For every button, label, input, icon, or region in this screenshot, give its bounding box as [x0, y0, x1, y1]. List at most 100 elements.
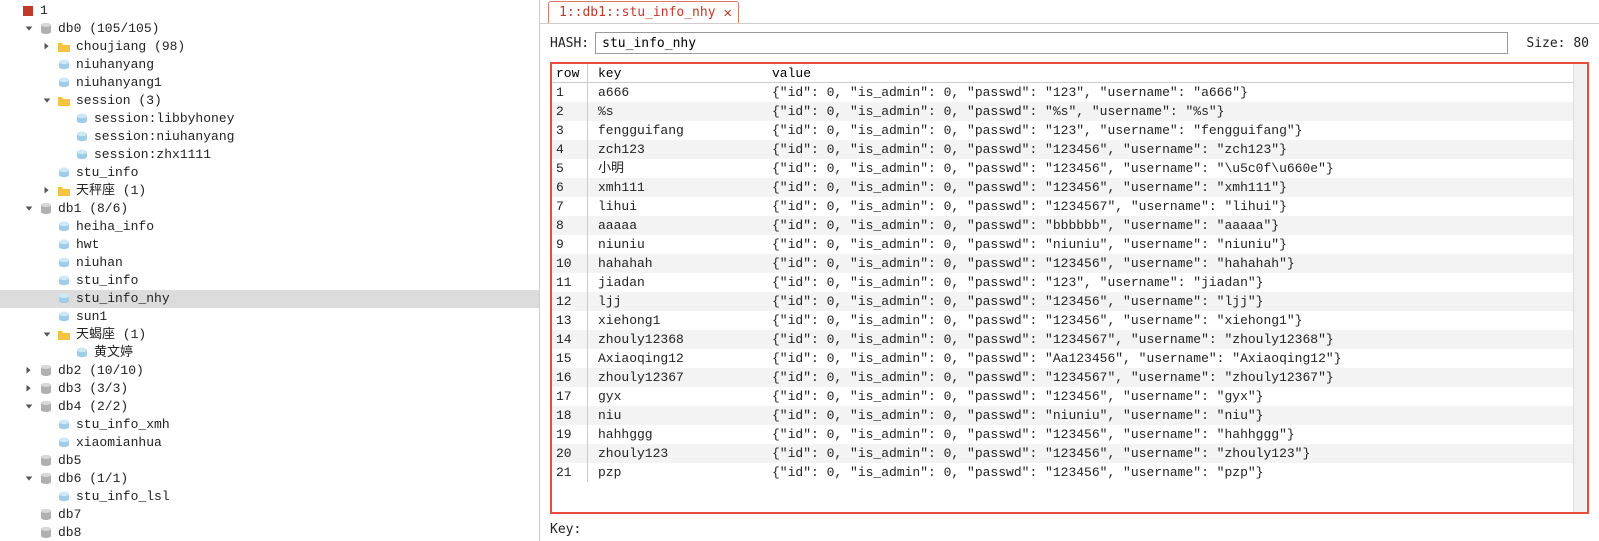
- tree-item-label: db7: [58, 506, 531, 524]
- tree-item[interactable]: sun1: [0, 308, 539, 326]
- tree-root: 1db0 (105/105)choujiang (98)niuhanyangni…: [0, 0, 539, 541]
- table-row[interactable]: 12ljj{"id": 0, "is_admin": 0, "passwd": …: [552, 292, 1573, 311]
- chevron-down-icon[interactable]: [22, 400, 36, 414]
- tree-item-label: db0 (105/105): [58, 20, 531, 38]
- tree-item-label: db6 (1/1): [58, 470, 531, 488]
- cell-key: gyx: [588, 387, 768, 406]
- table-row[interactable]: 13xiehong1{"id": 0, "is_admin": 0, "pass…: [552, 311, 1573, 330]
- tree-item-label: db2 (10/10): [58, 362, 531, 380]
- table-row[interactable]: 1a666{"id": 0, "is_admin": 0, "passwd": …: [552, 83, 1573, 102]
- cell-key: zhouly12367: [588, 368, 768, 387]
- tree-item[interactable]: stu_info: [0, 164, 539, 182]
- chevron-down-icon[interactable]: [22, 472, 36, 486]
- table-row[interactable]: 19hahhggg{"id": 0, "is_admin": 0, "passw…: [552, 425, 1573, 444]
- tree-item[interactable]: db6 (1/1): [0, 470, 539, 488]
- tree-item[interactable]: choujiang (98): [0, 38, 539, 56]
- header-value[interactable]: value: [768, 64, 1573, 82]
- tree-item[interactable]: stu_info_xmh: [0, 416, 539, 434]
- close-icon[interactable]: ✕: [724, 5, 732, 21]
- tree-item[interactable]: xiaomianhua: [0, 434, 539, 452]
- hash-key-input[interactable]: [595, 32, 1508, 54]
- db-icon: [38, 471, 54, 487]
- tree-item[interactable]: niuhanyang: [0, 56, 539, 74]
- table-row[interactable]: 14zhouly12368{"id": 0, "is_admin": 0, "p…: [552, 330, 1573, 349]
- tree-item-label: 黄文婷: [94, 344, 531, 362]
- tree-item[interactable]: stu_info_nhy: [0, 290, 539, 308]
- table-row[interactable]: 5小明{"id": 0, "is_admin": 0, "passwd": "1…: [552, 159, 1573, 178]
- chevron-right-icon[interactable]: [22, 382, 36, 396]
- tree-item[interactable]: 黄文婷: [0, 344, 539, 362]
- vertical-scrollbar[interactable]: [1573, 64, 1587, 512]
- header-key[interactable]: key: [588, 64, 768, 82]
- tree-pane[interactable]: 1db0 (105/105)choujiang (98)niuhanyangni…: [0, 0, 540, 541]
- table-row[interactable]: 10hahahah{"id": 0, "is_admin": 0, "passw…: [552, 254, 1573, 273]
- tab-active[interactable]: 1::db1::stu_info_nhy ✕: [548, 1, 739, 23]
- chevron-down-icon[interactable]: [22, 22, 36, 36]
- chevron-right-icon[interactable]: [40, 184, 54, 198]
- chevron-down-icon[interactable]: [40, 328, 54, 342]
- table-row[interactable]: 15Axiaoqing12{"id": 0, "is_admin": 0, "p…: [552, 349, 1573, 368]
- tree-item[interactable]: db4 (2/2): [0, 398, 539, 416]
- tree-item[interactable]: stu_info: [0, 272, 539, 290]
- tree-item-label: 天秤座 (1): [76, 182, 531, 200]
- table-row[interactable]: 8aaaaa{"id": 0, "is_admin": 0, "passwd":…: [552, 216, 1573, 235]
- grid-body[interactable]: 1a666 {"id": 0, "is_admin": 0, "passwd": …: [552, 83, 1573, 512]
- chevron-right-icon[interactable]: [22, 364, 36, 378]
- table-row[interactable]: 9niuniu{"id": 0, "is_admin": 0, "passwd"…: [552, 235, 1573, 254]
- tree-item[interactable]: niuhanyang1: [0, 74, 539, 92]
- key-editor-label: Key:: [540, 518, 1599, 541]
- table-row[interactable]: 16zhouly12367{"id": 0, "is_admin": 0, "p…: [552, 368, 1573, 387]
- cell-value: {"id": 0, "is_admin": 0, "passwd": "123"…: [768, 273, 1573, 292]
- table-row[interactable]: 11jiadan{"id": 0, "is_admin": 0, "passwd…: [552, 273, 1573, 292]
- table-row[interactable]: 18niu{"id": 0, "is_admin": 0, "passwd": …: [552, 406, 1573, 425]
- tree-item[interactable]: db5: [0, 452, 539, 470]
- tab-title: 1::db1::stu_info_nhy: [559, 5, 716, 20]
- chevron-right-icon[interactable]: [40, 40, 54, 54]
- tree-item[interactable]: session:libbyhoney: [0, 110, 539, 128]
- table-row[interactable]: 2%s{"id": 0, "is_admin": 0, "passwd": "%…: [552, 102, 1573, 121]
- cell-key: %s: [588, 102, 768, 121]
- tree-item[interactable]: session:niuhanyang: [0, 128, 539, 146]
- row-number: 1: [552, 83, 588, 102]
- tree-item[interactable]: db3 (3/3): [0, 380, 539, 398]
- tree-item[interactable]: db0 (105/105): [0, 20, 539, 38]
- table-row[interactable]: 3fengguifang{"id": 0, "is_admin": 0, "pa…: [552, 121, 1573, 140]
- tree-item[interactable]: session (3): [0, 92, 539, 110]
- tree-item[interactable]: hwt: [0, 236, 539, 254]
- table-row[interactable]: 7lihui{"id": 0, "is_admin": 0, "passwd":…: [552, 197, 1573, 216]
- tree-item[interactable]: niuhan: [0, 254, 539, 272]
- tree-item[interactable]: db1 (8/6): [0, 200, 539, 218]
- chevron-down-icon[interactable]: [22, 202, 36, 216]
- tree-item[interactable]: heiha_info: [0, 218, 539, 236]
- app-root: 1db0 (105/105)choujiang (98)niuhanyangni…: [0, 0, 1599, 541]
- table-row[interactable]: 17gyx{"id": 0, "is_admin": 0, "passwd": …: [552, 387, 1573, 406]
- db-icon: [38, 21, 54, 37]
- tree-item[interactable]: db2 (10/10): [0, 362, 539, 380]
- table-row[interactable]: 6xmh111{"id": 0, "is_admin": 0, "passwd"…: [552, 178, 1573, 197]
- tree-item[interactable]: stu_info_lsl: [0, 488, 539, 506]
- cell-key: aaaaa: [588, 216, 768, 235]
- tree-item[interactable]: db7: [0, 506, 539, 524]
- cell-key: niu: [588, 406, 768, 425]
- cell-key: zch123: [588, 140, 768, 159]
- chevron-down-icon[interactable]: [40, 94, 54, 108]
- tree-item[interactable]: 天秤座 (1): [0, 182, 539, 200]
- table-row[interactable]: 20zhouly123{"id": 0, "is_admin": 0, "pas…: [552, 444, 1573, 463]
- tree-item[interactable]: 天蝎座 (1): [0, 326, 539, 344]
- cell-key: a666: [588, 83, 768, 102]
- table-row[interactable]: 21pzp{"id": 0, "is_admin": 0, "passwd": …: [552, 463, 1573, 482]
- cell-value: {"id": 0, "is_admin": 0, "passwd": "1234…: [768, 425, 1573, 444]
- tree-item[interactable]: db8: [0, 524, 539, 541]
- hash-bar: HASH: Size: 80: [540, 24, 1599, 62]
- row-number: 13: [552, 311, 588, 330]
- tree-item[interactable]: session:zhx1111: [0, 146, 539, 164]
- tree-item-label: session:zhx1111: [94, 146, 531, 164]
- tree-item-label: db3 (3/3): [58, 380, 531, 398]
- table-row[interactable]: 4zch123{"id": 0, "is_admin": 0, "passwd"…: [552, 140, 1573, 159]
- tab-bar: 1::db1::stu_info_nhy ✕: [540, 0, 1599, 24]
- grid-header: row key value: [552, 64, 1573, 83]
- key-icon: [74, 345, 90, 361]
- tree-item-label: session:libbyhoney: [94, 110, 531, 128]
- tree-item[interactable]: 1: [0, 2, 539, 20]
- cell-value: {"id": 0, "is_admin": 0, "passwd": "1234…: [768, 178, 1573, 197]
